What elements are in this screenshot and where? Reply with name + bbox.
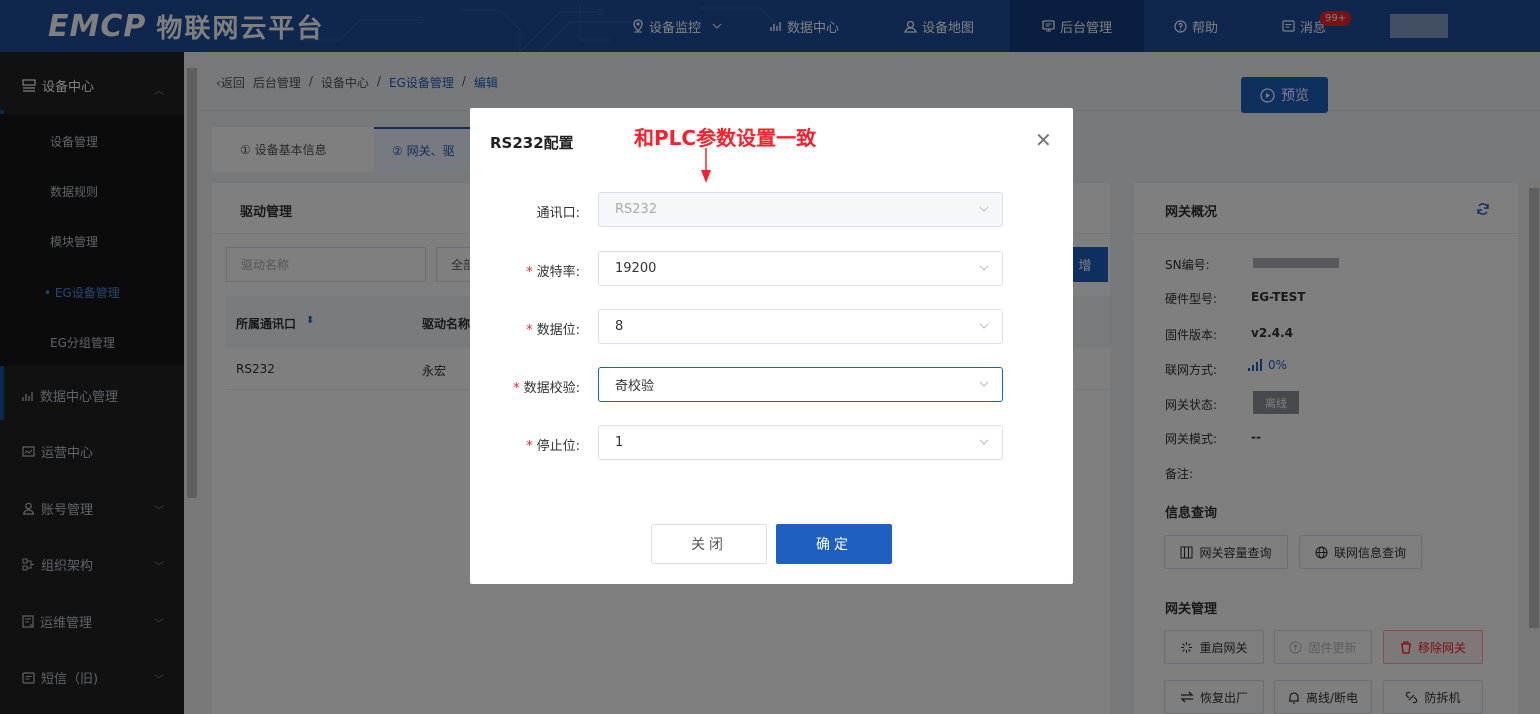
parity-select[interactable]: 奇校验 [598, 367, 1003, 402]
field-label-stop-bits: * 停止位: [526, 439, 580, 454]
rs232-config-dialog: RS232配置 和PLC参数设置一致 ✕ 通讯口: RS232 * 波特率: 19… [470, 108, 1073, 584]
confirm-button[interactable]: 确定 [776, 524, 892, 564]
stop-bits-select[interactable]: 1 [598, 425, 1003, 460]
close-button[interactable]: 关闭 [651, 524, 767, 564]
field-label-parity: * 数据校验: [513, 381, 580, 396]
chevron-down-icon [979, 439, 989, 445]
annotation-text: 和PLC参数设置一致 [634, 126, 817, 150]
annotation-arrow-icon [701, 148, 711, 183]
baud-rate-select[interactable]: 19200 [598, 251, 1003, 286]
dialog-title: RS232配置 [490, 134, 574, 152]
chevron-down-icon [979, 265, 989, 271]
port-select: RS232 [598, 192, 1003, 227]
chevron-down-icon [979, 323, 989, 329]
field-label-data-bits: * 数据位: [526, 323, 580, 338]
close-icon[interactable]: ✕ [1035, 128, 1052, 152]
chevron-down-icon [979, 381, 989, 387]
field-label-port: 通讯口: [536, 206, 580, 221]
chevron-down-icon [979, 206, 989, 212]
field-label-baud-rate: * 波特率: [526, 265, 580, 280]
data-bits-select[interactable]: 8 [598, 309, 1003, 344]
